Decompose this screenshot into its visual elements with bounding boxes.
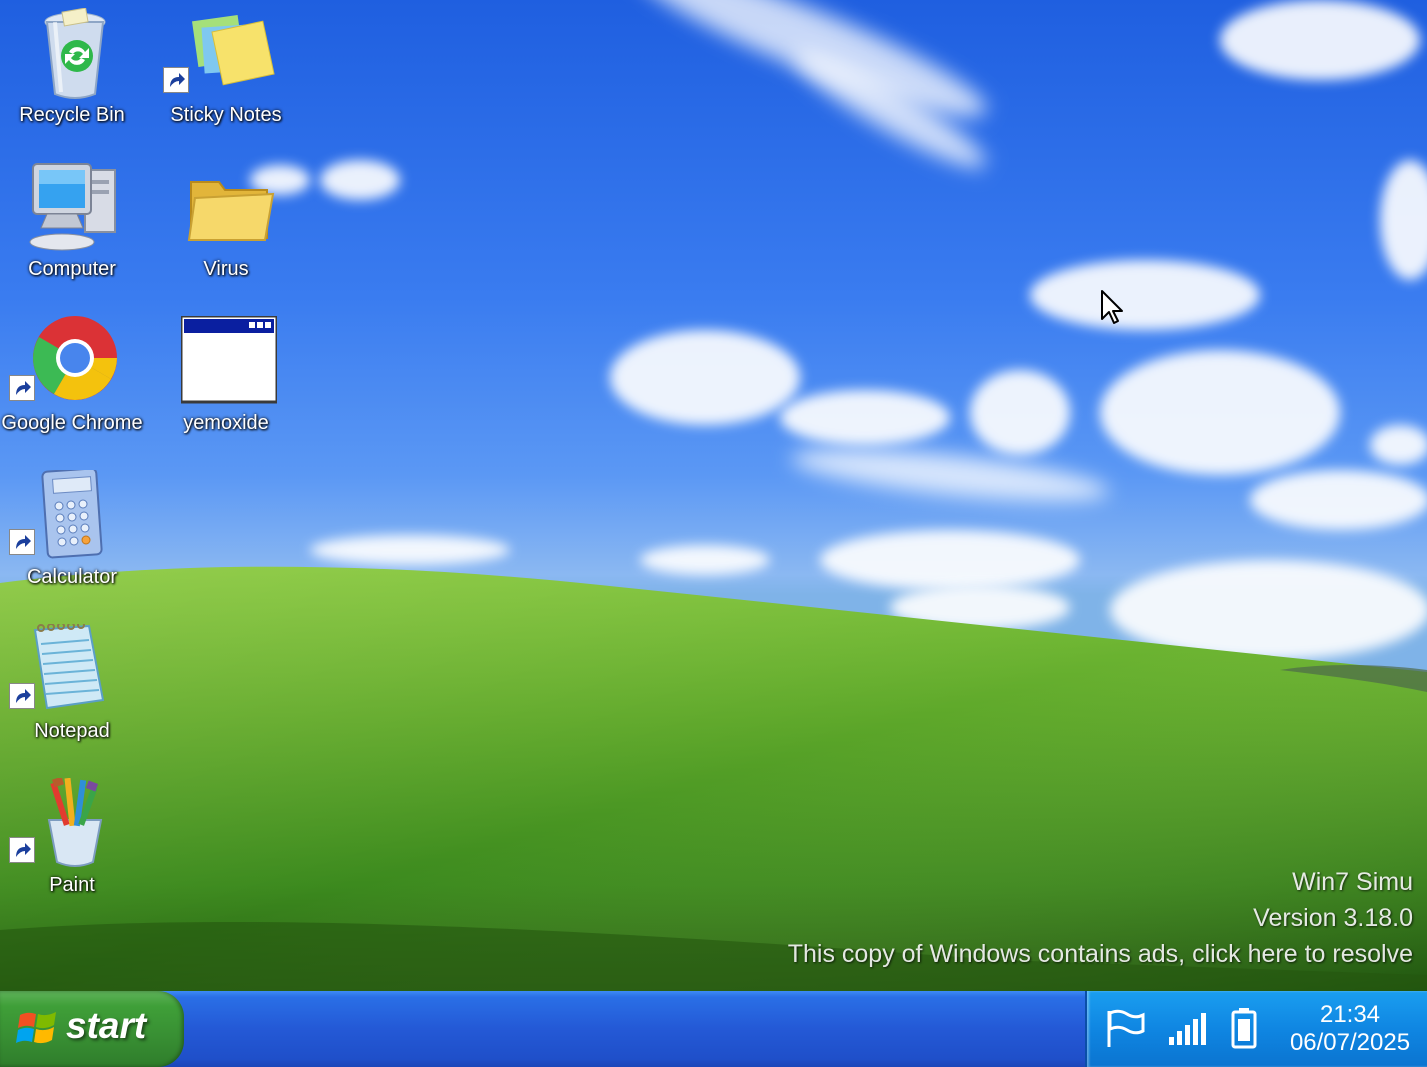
watermark-title: Win7 Simu bbox=[1292, 868, 1413, 896]
paint-icon bbox=[47, 778, 103, 867]
desktop-icon-notepad[interactable]: Notepad bbox=[0, 620, 147, 760]
desktop-icon-label: Calculator bbox=[26, 566, 118, 588]
desktop-icon-label: Notepad bbox=[34, 720, 110, 742]
desktop-icon-yemoxide[interactable]: yemoxide bbox=[151, 312, 301, 452]
shortcut-arrow-icon bbox=[9, 375, 35, 401]
desktop-icon-recycle-bin[interactable]: Recycle Bin bbox=[0, 4, 147, 144]
system-tray: 21:34 06/07/2025 bbox=[1085, 991, 1427, 1067]
windows-logo-icon bbox=[16, 1012, 56, 1044]
desktop-icon-paint[interactable]: Paint bbox=[0, 774, 147, 914]
window-icon bbox=[181, 316, 277, 404]
desktop-icon-calculator[interactable]: Calculator bbox=[0, 466, 147, 606]
desktop[interactable]: Recycle Bin Sticky Notes Computer Virus … bbox=[0, 0, 1427, 991]
shortcut-arrow-icon bbox=[163, 67, 189, 93]
flag-icon[interactable] bbox=[1105, 1009, 1147, 1049]
battery-icon[interactable] bbox=[1231, 1007, 1257, 1049]
calculator-icon bbox=[41, 470, 103, 559]
taskbar: start 21:34 06/07/2025 bbox=[0, 991, 1427, 1067]
start-label: start bbox=[66, 1005, 147, 1046]
desktop-icon-label: Recycle Bin bbox=[19, 104, 125, 126]
shortcut-arrow-icon bbox=[9, 683, 35, 709]
recycle-bin-icon bbox=[44, 8, 106, 99]
shortcut-arrow-icon bbox=[9, 529, 35, 555]
watermark-activation-link[interactable]: This copy of Windows contains ads, click… bbox=[788, 940, 1413, 969]
desktop-icon-label: Computer bbox=[28, 258, 116, 280]
clock-date[interactable]: 06/07/2025 bbox=[1275, 1029, 1425, 1057]
grass-hill bbox=[0, 566, 1427, 991]
clock-time[interactable]: 21:34 bbox=[1275, 1001, 1425, 1029]
sticky-notes-icon bbox=[192, 15, 275, 86]
computer-icon bbox=[29, 163, 116, 251]
desktop-icon-sticky-notes[interactable]: Sticky Notes bbox=[151, 4, 301, 144]
desktop-icon-computer[interactable]: Computer bbox=[0, 158, 147, 298]
desktop-icon-google-chrome[interactable]: Google Chrome bbox=[0, 312, 147, 452]
desktop-icon-label: Virus bbox=[203, 258, 249, 280]
watermark-version: Version 3.18.0 bbox=[1253, 904, 1413, 932]
start-button[interactable]: start bbox=[0, 991, 184, 1067]
notepad-icon bbox=[33, 624, 105, 710]
desktop-icon-label: Sticky Notes bbox=[170, 104, 282, 126]
desktop-icon-label: yemoxide bbox=[183, 412, 269, 434]
desktop-icon-label: Paint bbox=[49, 874, 95, 896]
mouse-cursor-icon bbox=[1101, 290, 1123, 324]
desktop-icon-virus[interactable]: Virus bbox=[151, 158, 301, 298]
folder-icon bbox=[187, 181, 275, 241]
desktop-icon-label: Google Chrome bbox=[1, 412, 143, 434]
signal-icon[interactable] bbox=[1167, 1011, 1207, 1047]
chrome-icon bbox=[33, 316, 117, 400]
shortcut-arrow-icon bbox=[9, 837, 35, 863]
